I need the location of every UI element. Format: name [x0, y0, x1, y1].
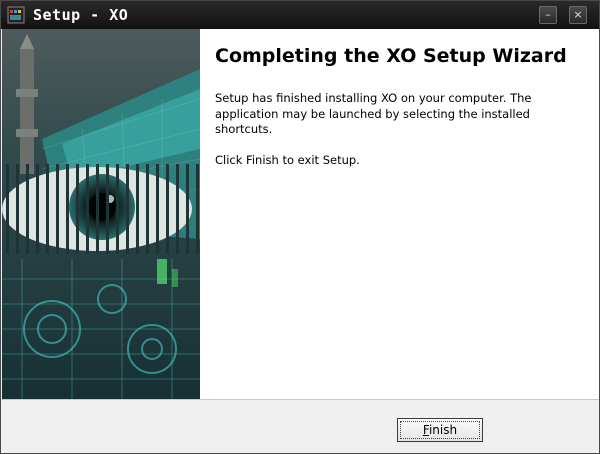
close-icon: ×: [573, 8, 583, 21]
minimize-button[interactable]: –: [539, 6, 557, 24]
window-title: Setup - XO: [33, 6, 129, 24]
minimize-icon: –: [545, 8, 551, 21]
completion-message: Setup has finished installing XO on your…: [215, 91, 532, 136]
button-bar: Finish: [2, 399, 599, 453]
setup-app-icon: [7, 6, 25, 24]
exit-instruction: Click Finish to exit Setup.: [215, 153, 360, 167]
close-button[interactable]: ×: [569, 6, 587, 24]
finish-button[interactable]: Finish: [397, 418, 483, 442]
eye-banner-image: [2, 29, 200, 399]
setup-window: Setup - XO – × Completing the XO Setup W…: [0, 0, 600, 454]
finish-label: inish: [428, 423, 458, 437]
wizard-content: Completing the XO Setup Wizard Setup has…: [200, 29, 599, 399]
title-bar[interactable]: Setup - XO – ×: [1, 1, 599, 29]
page-title: Completing the XO Setup Wizard: [215, 45, 567, 67]
